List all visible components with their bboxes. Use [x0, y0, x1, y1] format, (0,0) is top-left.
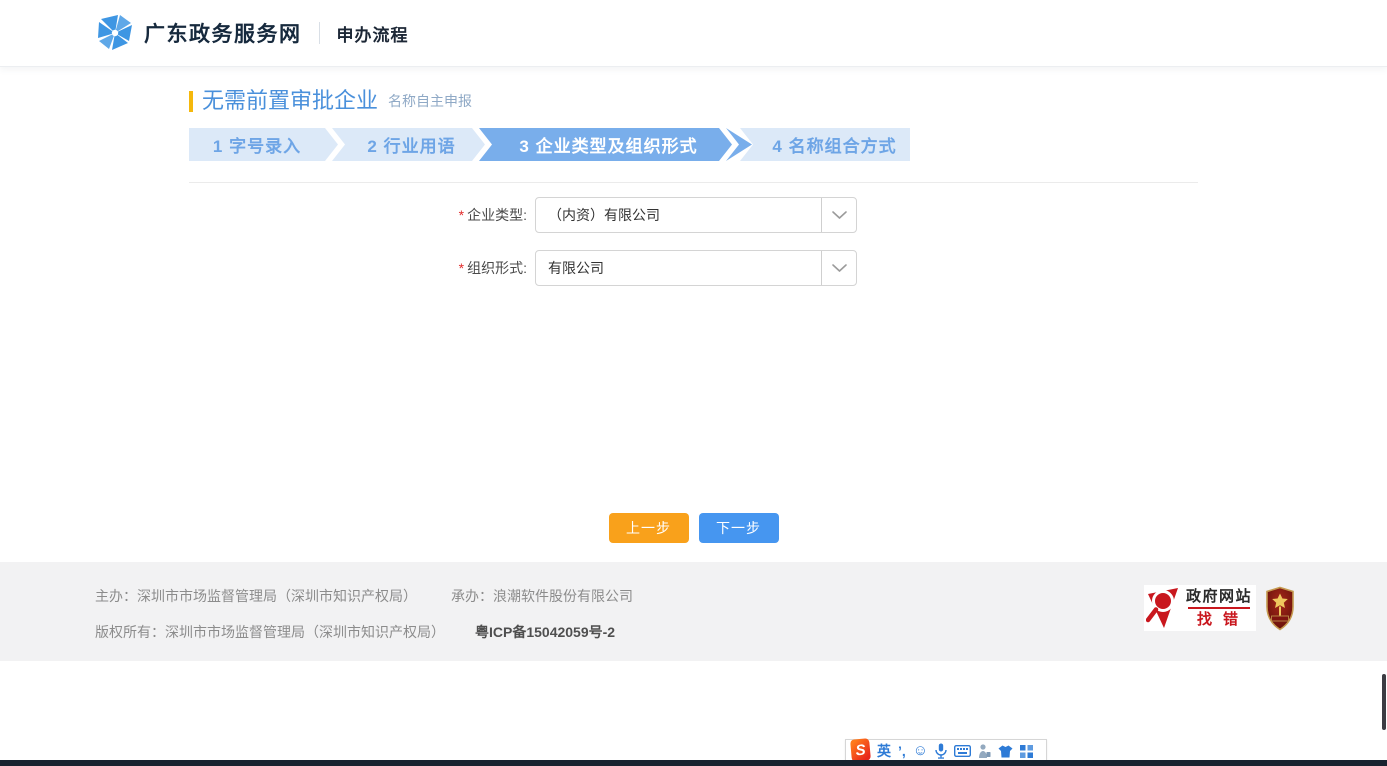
punctuation-mode-icon[interactable]: ’, [898, 740, 906, 762]
step-label: 3 企业类型及组织形式 [519, 132, 697, 157]
chevron-down-icon[interactable] [821, 251, 856, 285]
section-title: 申办流程 [337, 21, 409, 46]
badge-separator [1188, 607, 1250, 609]
step-3-qiyeleixing[interactable]: 3 企业类型及组织形式 [479, 128, 732, 161]
form-actions: 上一步 下一步 [0, 513, 1387, 543]
next-step-button[interactable]: 下一步 [699, 513, 779, 543]
footer-icp-number: 粤ICP备15042059号-2 [475, 624, 615, 640]
step-label: 4 名称组合方式 [772, 132, 896, 157]
enterprise-type-select[interactable]: （内资）有限公司 [535, 197, 857, 233]
step-indicator: 1 字号录入 2 行业用语 3 企业类型及组织形式 4 名称组合方式 [189, 128, 910, 161]
page-subtitle: 名称自主申报 [388, 91, 472, 114]
chevron-down-icon[interactable] [821, 198, 856, 232]
skin-shirt-icon[interactable] [998, 745, 1013, 758]
footer-badges: 政府网站 找错 [1144, 585, 1295, 631]
footer-undertake: 承办：浪潮软件股份有限公司 [451, 588, 633, 604]
organization-form-select[interactable]: 有限公司 [535, 250, 857, 286]
prev-step-button[interactable]: 上一步 [609, 513, 689, 543]
badge-text-top: 政府网站 [1186, 588, 1252, 605]
step-label: 1 字号录入 [213, 132, 301, 157]
footer-copyright: 版权所有：深圳市市场监督管理局（深圳市知识产权局） [95, 624, 445, 640]
organization-form-row: *组织形式: 有限公司 [443, 250, 857, 286]
organization-form-label: *组织形式: [443, 258, 527, 278]
page-title: 无需前置审批企业 [202, 88, 378, 114]
gov-shield-badge-icon[interactable] [1265, 586, 1295, 631]
enterprise-type-value: （内资）有限公司 [536, 198, 821, 232]
step-label: 2 行业用语 [367, 132, 455, 157]
emoji-icon[interactable]: ☺ [913, 740, 928, 762]
brand-area: 广东政务服务网 申办流程 [0, 0, 1387, 66]
page-title-row: 无需前置审批企业 名称自主申报 [189, 88, 472, 114]
enterprise-type-label: *企业类型: [443, 205, 527, 225]
sogou-logo-icon[interactable]: S [850, 738, 871, 762]
magnifier-flag-icon [1146, 586, 1186, 630]
microphone-icon[interactable] [935, 743, 947, 759]
taskbar-edge [0, 760, 1387, 766]
organization-form-value: 有限公司 [536, 251, 821, 285]
step-1-zihao[interactable]: 1 字号录入 [189, 128, 338, 161]
step-2-hangye[interactable]: 2 行业用语 [332, 128, 485, 161]
footer-line-host: 主办：深圳市市场监督管理局（深圳市知识产权局） 承办：浪潮软件股份有限公司 [95, 586, 633, 606]
required-asterisk: * [459, 260, 464, 276]
top-header: 广东政务服务网 申办流程 [0, 0, 1387, 67]
toolbox-grid-icon[interactable] [1020, 745, 1033, 758]
required-asterisk: * [459, 207, 464, 223]
site-logo-icon [95, 13, 135, 53]
content-divider [189, 182, 1198, 183]
keyboard-icon[interactable] [954, 745, 971, 757]
site-name: 广东政务服务网 [144, 18, 302, 48]
title-accent-bar [189, 91, 193, 112]
footer-line-copyright: 版权所有：深圳市市场监督管理局（深圳市知识产权局） 粤ICP备15042059号-… [95, 622, 615, 642]
step-4-mingcheng[interactable]: 4 名称组合方式 [740, 128, 910, 161]
enterprise-type-row: *企业类型: （内资）有限公司 [443, 197, 857, 233]
scrollbar-thumb[interactable] [1382, 674, 1386, 730]
badge-text: 政府网站 找错 [1186, 588, 1252, 628]
page-footer: 主办：深圳市市场监督管理局（深圳市知识产权局） 承办：浪潮软件股份有限公司 版权所… [0, 562, 1387, 661]
gov-site-error-report-badge[interactable]: 政府网站 找错 [1144, 585, 1256, 631]
footer-host: 主办：深圳市市场监督管理局（深圳市知识产权局） [95, 588, 417, 604]
brand-divider [319, 22, 320, 44]
page: 广东政务服务网 申办流程 无需前置审批企业 名称自主申报 1 字号录入 2 行业… [0, 0, 1387, 766]
handwriting-person-icon[interactable] [978, 744, 991, 759]
ime-language-mode[interactable]: 英 [877, 740, 891, 762]
badge-text-bottom: 找错 [1189, 611, 1249, 628]
